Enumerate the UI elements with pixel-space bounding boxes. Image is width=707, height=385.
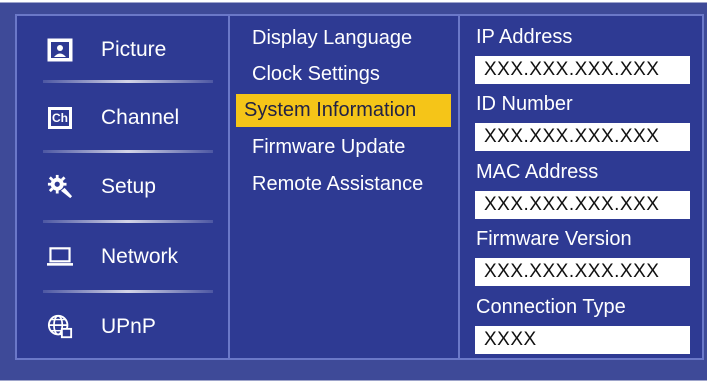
- nav-item-network[interactable]: Network: [17, 223, 228, 291]
- connection-type-value: XXXX: [475, 326, 690, 354]
- nav-item-upnp[interactable]: UPnP: [17, 293, 228, 361]
- id-number-value: XXX.XXX.XXX.XXX: [475, 123, 690, 151]
- nav-divider: [43, 80, 213, 83]
- menu-item-clock-settings[interactable]: Clock Settings: [245, 58, 387, 91]
- firmware-version-value: XXX.XXX.XXX.XXX: [475, 258, 690, 286]
- tv-settings-screen: Picture Ch Channel Setup Network UPnP Di…: [0, 0, 707, 385]
- channel-icon: Ch: [47, 105, 73, 131]
- ip-address-value: XXX.XXX.XXX.XXX: [475, 56, 690, 84]
- nav-label-picture: Picture: [101, 38, 167, 61]
- firmware-version-label: Firmware Version: [476, 228, 632, 250]
- menu-item-system-information[interactable]: System Information: [236, 94, 451, 127]
- picture-icon: [47, 37, 73, 63]
- channel-icon-text: Ch: [51, 110, 69, 126]
- nav-item-picture[interactable]: Picture: [17, 16, 228, 84]
- menu-item-firmware-update[interactable]: Firmware Update: [245, 131, 412, 164]
- laptop-icon: [47, 244, 73, 270]
- system-information-panel: IP Address XXX.XXX.XXX.XXX ID Number XXX…: [460, 16, 702, 358]
- nav-label-network: Network: [101, 245, 179, 268]
- main-nav: Picture Ch Channel Setup Network UPnP: [17, 16, 230, 358]
- menu-item-remote-assistance[interactable]: Remote Assistance: [245, 168, 430, 201]
- menu-item-display-language[interactable]: Display Language: [245, 22, 419, 55]
- nav-item-setup[interactable]: Setup: [17, 153, 228, 221]
- nav-label-setup: Setup: [101, 175, 156, 198]
- mac-address-value: XXX.XXX.XXX.XXX: [475, 191, 690, 219]
- connection-type-label: Connection Type: [476, 296, 626, 318]
- globe-network-icon: [47, 314, 73, 340]
- mac-address-label: MAC Address: [476, 161, 599, 183]
- nav-item-channel[interactable]: Ch Channel: [17, 84, 228, 152]
- id-number-label: ID Number: [476, 93, 573, 115]
- settings-panel: Picture Ch Channel Setup Network UPnP Di…: [15, 14, 704, 360]
- ip-address-label: IP Address: [476, 26, 573, 48]
- setup-submenu: Display Language Clock Settings System I…: [230, 16, 460, 358]
- nav-label-upnp: UPnP: [101, 315, 156, 338]
- gear-wrench-icon: [47, 174, 73, 200]
- nav-label-channel: Channel: [101, 106, 180, 129]
